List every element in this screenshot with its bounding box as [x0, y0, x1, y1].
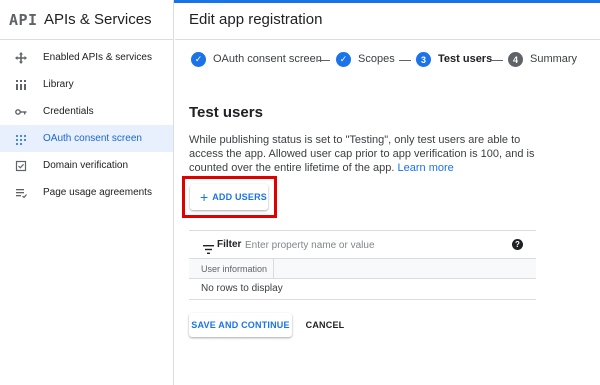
step-scopes[interactable]: Scopes [358, 53, 395, 65]
add-users-button[interactable]: + ADD USERS [190, 184, 268, 210]
sidebar-item-label: Library [43, 79, 74, 90]
sidebar-item-label: Credentials [43, 106, 94, 117]
oauth-icon [15, 133, 27, 145]
sidebar-header: API APIs & Services [0, 0, 174, 40]
step-test-users[interactable]: Test users [438, 53, 492, 65]
step-summary[interactable]: Summary [530, 53, 577, 65]
description-text: While publishing status is set to "Testi… [189, 134, 535, 174]
table-header: User information [189, 259, 536, 279]
add-users-label: ADD USERS [212, 192, 267, 202]
sidebar-item-oauth-consent-screen[interactable]: OAuth consent screen [0, 125, 173, 152]
sidebar-nav: Enabled APIs & services Library Credenti… [0, 44, 173, 206]
column-divider [273, 259, 274, 279]
filter-input[interactable] [245, 237, 495, 253]
step-check-icon: ✓ [336, 52, 351, 67]
agreements-icon [15, 187, 27, 199]
test-users-description: While publishing status is set to "Testi… [189, 133, 544, 175]
step-check-icon: ✓ [191, 52, 206, 67]
step-separator [399, 60, 411, 61]
library-icon [15, 79, 27, 91]
sidebar-item-library[interactable]: Library [0, 71, 173, 98]
step-separator [491, 60, 503, 61]
step-oauth-consent-screen[interactable]: OAuth consent screen [213, 53, 322, 65]
domain-check-icon [15, 160, 27, 172]
help-icon[interactable]: ? [512, 239, 523, 250]
filter-icon[interactable] [203, 241, 214, 254]
enabled-apis-icon [15, 52, 27, 64]
sidebar-item-page-usage-agreements[interactable]: Page usage agreements [0, 179, 173, 206]
learn-more-link[interactable]: Learn more [398, 162, 454, 174]
save-and-continue-button[interactable]: SAVE AND CONTINUE [189, 313, 292, 337]
main-content: Edit app registration ✓ OAuth consent sc… [175, 0, 600, 385]
key-icon [15, 106, 27, 118]
sidebar-item-domain-verification[interactable]: Domain verification [0, 152, 173, 179]
sidebar-item-label: Page usage agreements [43, 187, 152, 198]
app-title: APIs & Services [44, 11, 152, 28]
sidebar-item-enabled-apis[interactable]: Enabled APIs & services [0, 44, 173, 71]
cancel-button[interactable]: CANCEL [300, 313, 350, 337]
step-number-icon: 4 [508, 52, 523, 67]
plus-icon: + [200, 189, 209, 205]
filter-bar: Filter ? [189, 230, 536, 259]
filter-label: Filter [217, 239, 242, 250]
section-title: Test users [189, 104, 263, 121]
sidebar-item-label: Domain verification [43, 160, 129, 171]
empty-table-text: No rows to display [201, 283, 283, 294]
column-header-user-information[interactable]: User information [201, 264, 267, 274]
stepper: ✓ OAuth consent screen ✓ Scopes 3 Test u… [191, 50, 600, 70]
sidebar-item-label: Enabled APIs & services [43, 52, 152, 63]
page-header: Edit app registration [175, 0, 600, 40]
table-empty-row: No rows to display [189, 279, 536, 300]
api-logo: API [9, 11, 38, 29]
step-separator [318, 60, 330, 61]
sidebar-item-credentials[interactable]: Credentials [0, 98, 173, 125]
sidebar-item-label: OAuth consent screen [43, 133, 142, 144]
sidebar: API APIs & Services Enabled APIs & servi… [0, 0, 174, 385]
page-title: Edit app registration [189, 11, 323, 28]
step-number-icon: 3 [416, 52, 431, 67]
